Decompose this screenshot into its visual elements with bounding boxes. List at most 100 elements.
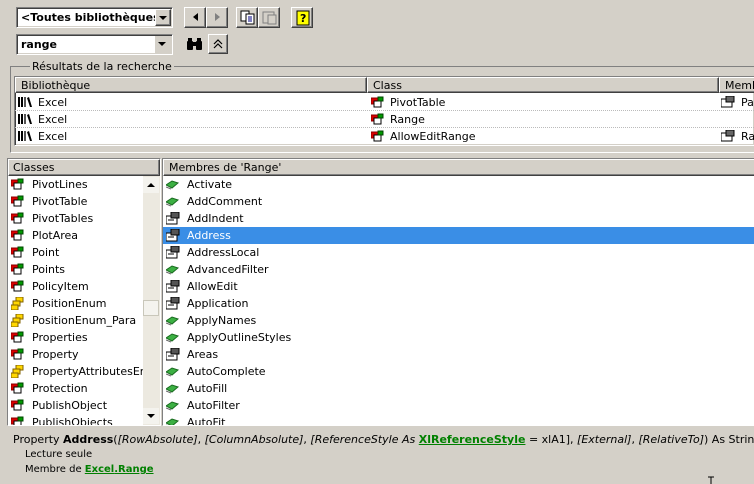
scroll-thumb[interactable] [143, 300, 159, 316]
help-button[interactable]: ? [291, 7, 313, 28]
list-item[interactable]: AddressLocal [163, 244, 754, 261]
table-row[interactable]: Excel Range [15, 111, 754, 128]
list-item[interactable]: PublishObject [8, 397, 143, 414]
collapse-results-button[interactable] [208, 34, 228, 54]
library-combo-value: <Toutes bibliothèques> [21, 11, 169, 24]
list-item[interactable]: PropertyAttributesEn [8, 363, 143, 380]
list-item[interactable]: AutoComplete [163, 363, 754, 380]
definition-icon [262, 11, 277, 25]
list-item[interactable]: Address [163, 227, 754, 244]
list-item[interactable]: AutoFit [163, 414, 754, 425]
class-icon [11, 348, 24, 360]
member-name: Address [187, 229, 231, 242]
class-name: PolicyItem [32, 280, 89, 293]
list-item[interactable]: Property [8, 346, 143, 363]
classes-pane[interactable]: Classes PivotLines PivotTable PivotTables P… [7, 158, 161, 426]
list-item[interactable]: Point [8, 244, 143, 261]
member-name: AdvancedFilter [187, 263, 269, 276]
member-name: AddComment [187, 195, 263, 208]
list-item[interactable]: AutoFill [163, 380, 754, 397]
list-item[interactable]: Application [163, 295, 754, 312]
details-pane: Property Address([RowAbsolute], [ColumnA… [7, 430, 754, 484]
type-link[interactable]: XlReferenceStyle [419, 433, 526, 446]
member-name: AddIndent [187, 212, 244, 225]
library-icon [18, 97, 32, 107]
list-item[interactable]: PublishObjects [8, 414, 143, 425]
list-item[interactable]: ApplyOutlineStyles [163, 329, 754, 346]
list-item[interactable]: AddComment [163, 193, 754, 210]
list-item[interactable]: PolicyItem [8, 278, 143, 295]
view-definition-button[interactable] [258, 7, 280, 28]
class-link[interactable]: Range [118, 464, 154, 475]
enum-icon [11, 365, 24, 378]
list-item[interactable]: PositionEnum_Para [8, 312, 143, 329]
list-item[interactable]: Properties [8, 329, 143, 346]
search-input[interactable]: range [21, 38, 57, 51]
chevron-down-icon[interactable] [155, 36, 171, 53]
classes-header-label: Classes [13, 161, 55, 174]
class-icon [11, 229, 24, 241]
search-button[interactable] [184, 34, 206, 55]
column-header-class[interactable]: Class [367, 77, 719, 93]
scroll-up-button[interactable] [143, 177, 159, 193]
property-icon [166, 280, 180, 293]
list-item[interactable]: PivotTable [8, 193, 143, 210]
list-item[interactable]: AdvancedFilter [163, 261, 754, 278]
forward-button[interactable] [206, 7, 228, 28]
list-item[interactable]: Activate [163, 176, 754, 193]
list-item[interactable]: PositionEnum [8, 295, 143, 312]
class-name: Points [32, 263, 66, 276]
class-name: PublishObject [32, 399, 108, 412]
library-link[interactable]: Excel [85, 464, 114, 475]
property-icon [166, 297, 180, 310]
member-name: AddressLocal [187, 246, 260, 259]
class-icon [11, 212, 24, 224]
list-item[interactable]: AllowEdit [163, 278, 754, 295]
classes-scrollbar[interactable] [143, 176, 160, 425]
class-name: PlotArea [32, 229, 79, 242]
list-item[interactable]: AddIndent [163, 210, 754, 227]
param-default: = xlA1] [525, 433, 571, 446]
table-row[interactable]: Excel PivotTable Pa [15, 94, 754, 111]
class-name: PivotTables [32, 212, 94, 225]
library-combo[interactable]: <Toutes bibliothèques> [16, 7, 173, 28]
class-icon [371, 96, 384, 108]
results-table[interactable]: Bibliothèque Class Memb Excel PivotTable… [14, 76, 754, 146]
column-header-member[interactable]: Memb [719, 77, 754, 93]
members-list[interactable]: Activate AddComment AddIndent Address Addres… [163, 176, 754, 425]
cell-class: Range [390, 113, 425, 126]
classes-header: Classes [8, 159, 160, 176]
chevron-down-icon[interactable] [155, 9, 171, 26]
member-name: AutoComplete [187, 365, 266, 378]
list-item[interactable]: Points [8, 261, 143, 278]
list-item[interactable]: ApplyNames [163, 312, 754, 329]
list-item[interactable]: PivotTables [8, 210, 143, 227]
member-of-label: Membre de [25, 464, 85, 475]
list-item[interactable]: PivotLines [8, 176, 143, 193]
member-name: AutoFill [187, 382, 228, 395]
members-pane[interactable]: Membres de 'Range' Activate AddComment Add… [162, 158, 754, 426]
table-row[interactable]: Excel AllowEditRange Ra [15, 128, 754, 145]
method-icon [166, 418, 180, 425]
list-item[interactable]: Protection [8, 380, 143, 397]
member-signature: Property Address([RowAbsolute], [ColumnA… [13, 433, 754, 446]
class-icon [11, 178, 24, 190]
method-icon [166, 197, 180, 207]
method-icon [166, 265, 180, 275]
class-name: Protection [32, 382, 88, 395]
list-item[interactable]: PlotArea [8, 227, 143, 244]
class-name: Point [32, 246, 60, 259]
back-button[interactable] [184, 7, 206, 28]
column-header-library[interactable]: Bibliothèque [15, 77, 367, 93]
copy-button[interactable] [236, 7, 258, 28]
class-icon [371, 113, 384, 125]
cell-member: Pa [741, 96, 754, 109]
method-icon [166, 333, 180, 343]
scroll-down-button[interactable] [143, 408, 159, 424]
cell-library: Excel [38, 113, 68, 126]
search-combo[interactable]: range [16, 34, 173, 55]
list-item[interactable]: Areas [163, 346, 754, 363]
classes-list[interactable]: PivotLines PivotTable PivotTables PlotArea P… [8, 176, 143, 425]
cell-library: Excel [38, 130, 68, 143]
list-item[interactable]: AutoFilter [163, 397, 754, 414]
